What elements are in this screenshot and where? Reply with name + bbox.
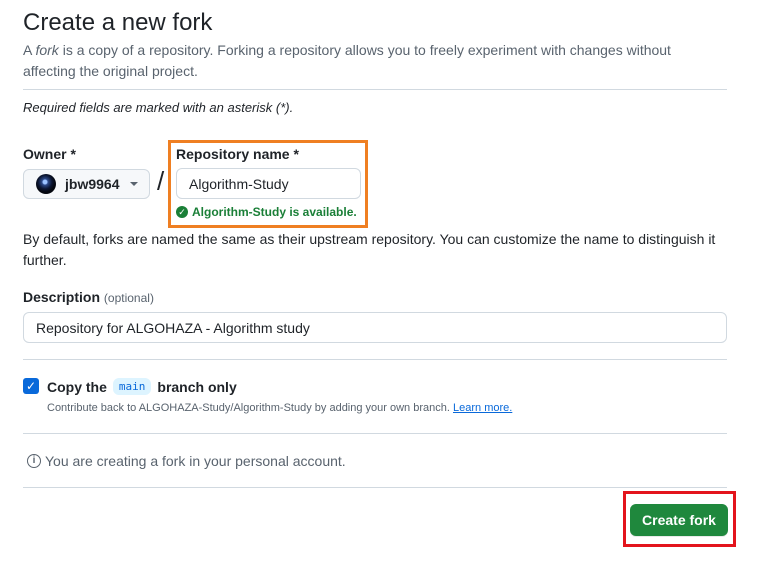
checkmark-icon: ✓ xyxy=(25,379,37,393)
description-label-text: Description xyxy=(23,289,101,305)
info-icon: i xyxy=(27,454,41,468)
chevron-down-icon xyxy=(130,182,139,186)
intro-emphasis: fork xyxy=(35,42,59,58)
owner-name: jbw9964 xyxy=(65,176,120,192)
availability-message: ✓ Algorithm-Study is available. xyxy=(176,205,357,219)
intro-text: is a copy of a repository. Forking a rep… xyxy=(23,42,671,79)
page-intro: A fork is a copy of a repository. Forkin… xyxy=(23,40,723,82)
page-title: Create a new fork xyxy=(23,9,213,36)
check-circle-icon: ✓ xyxy=(176,206,188,218)
copy-branch-suffix: branch only xyxy=(157,378,237,395)
divider xyxy=(23,359,727,360)
optional-tag: (optional) xyxy=(103,291,154,305)
owner-repo-separator: / xyxy=(157,166,165,196)
availability-text: Algorithm-Study is available. xyxy=(192,205,357,219)
copy-branch-hint-text: Contribute back to ALGOHAZA-Study/Algori… xyxy=(47,402,450,414)
create-fork-button[interactable]: Create fork xyxy=(630,504,728,536)
copy-branch-hint: Contribute back to ALGOHAZA-Study/Algori… xyxy=(47,402,512,414)
required-fields-note: Required fields are marked with an aster… xyxy=(23,100,294,115)
copy-main-branch-checkbox[interactable]: ✓ xyxy=(23,378,39,394)
intro-prefix: A xyxy=(23,42,36,58)
description-label: Description (optional) xyxy=(23,289,154,305)
owner-label: Owner * xyxy=(23,146,76,162)
copy-branch-prefix: Copy the xyxy=(47,378,107,395)
default-name-note: By default, forks are named the same as … xyxy=(23,231,716,268)
owner-select[interactable]: jbw9964 xyxy=(23,169,150,199)
divider xyxy=(23,433,727,434)
personal-account-info: i You are creating a fork in your person… xyxy=(27,453,346,469)
info-text: You are creating a fork in your personal… xyxy=(45,453,346,469)
branch-name-code: main xyxy=(112,378,152,395)
repository-name-label: Repository name * xyxy=(176,146,299,162)
repository-name-input[interactable] xyxy=(176,168,361,199)
copy-branch-label[interactable]: Copy the main branch only xyxy=(47,378,237,395)
description-input[interactable] xyxy=(23,312,727,343)
owner-avatar xyxy=(36,174,56,194)
learn-more-link[interactable]: Learn more. xyxy=(453,402,512,414)
divider xyxy=(23,487,727,488)
divider xyxy=(23,89,727,90)
